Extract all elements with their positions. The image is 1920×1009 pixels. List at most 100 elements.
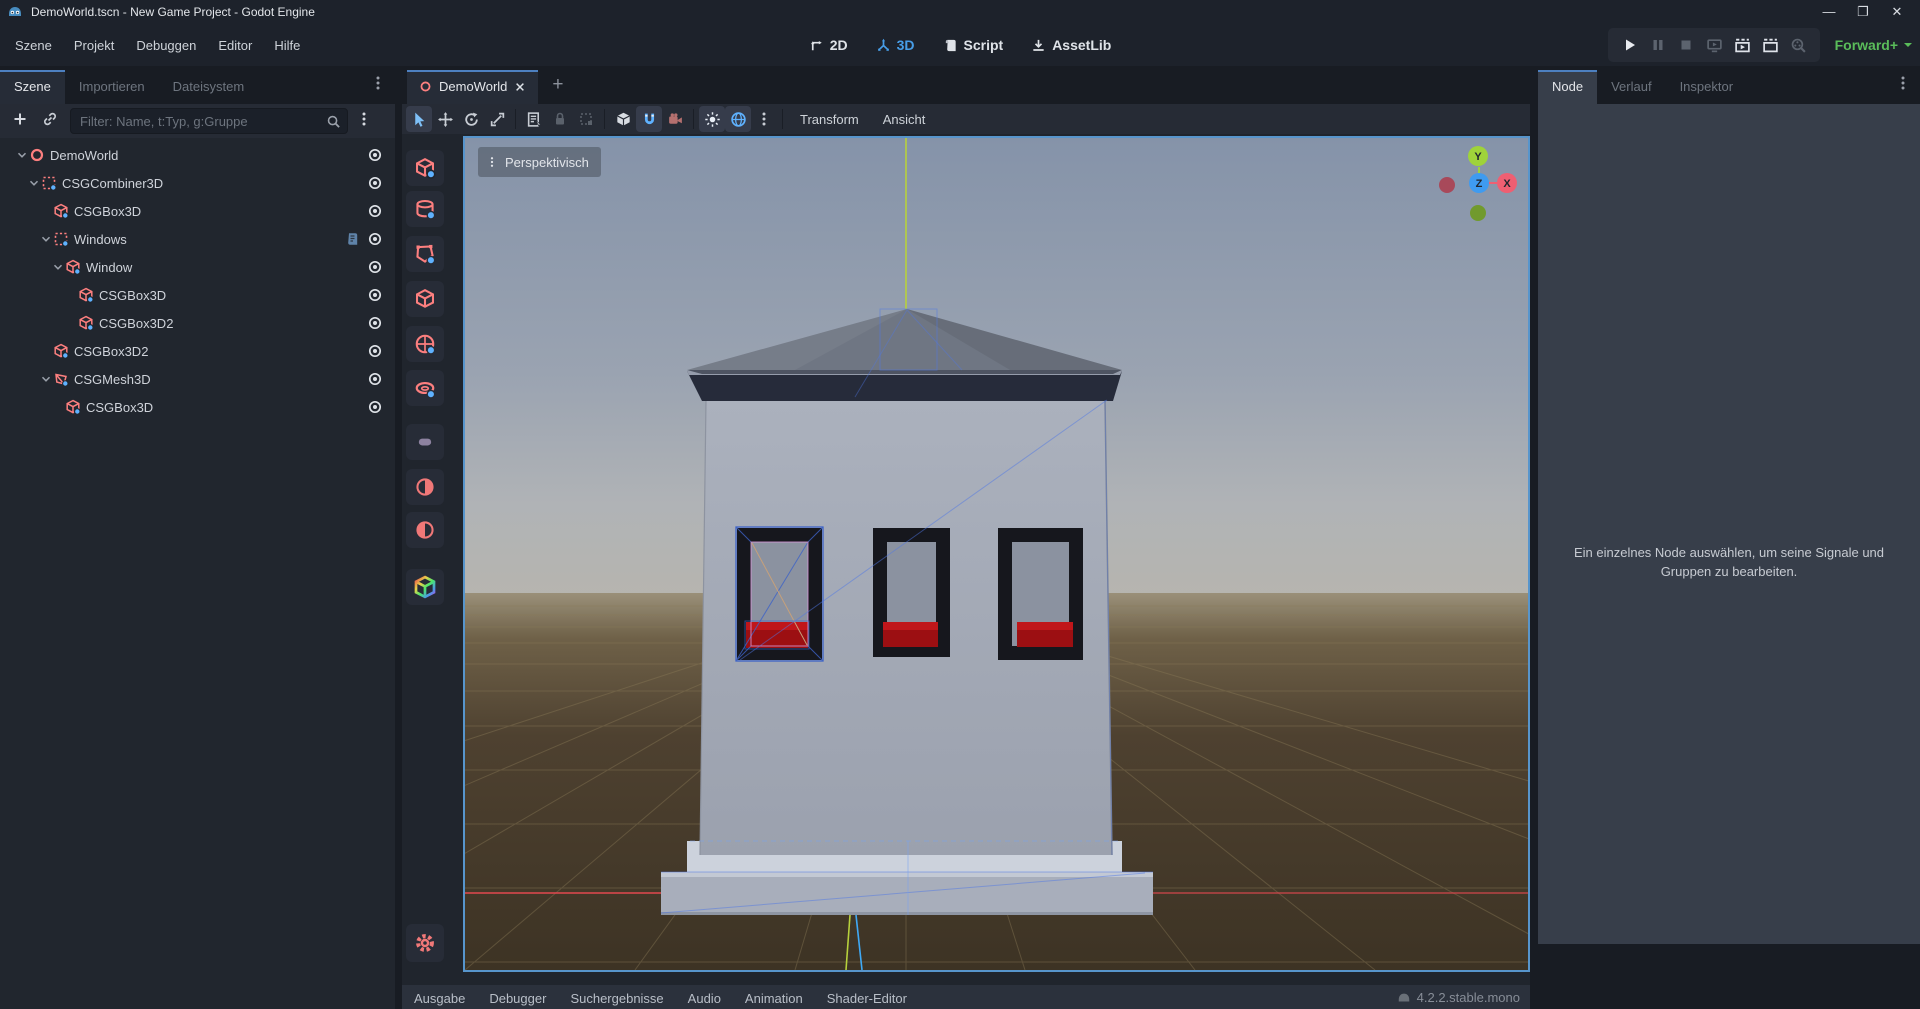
lock-button[interactable] [547, 106, 573, 132]
tree-row[interactable]: CSGMesh3D [0, 365, 395, 393]
renderer-select[interactable]: Forward+ [1835, 28, 1912, 62]
scale-tool-button[interactable] [484, 106, 510, 132]
csg-polygon-button[interactable] [406, 236, 444, 272]
tree-row[interactable]: CSGBox3D [0, 393, 395, 421]
tree-row[interactable]: CSGBox3D2 [0, 309, 395, 337]
chevron-down-icon[interactable] [27, 176, 41, 190]
csg-intersection-button[interactable] [406, 469, 444, 505]
instance-scene-button[interactable] [38, 111, 70, 132]
camera-preview-button[interactable] [662, 106, 688, 132]
view-menu[interactable]: Ansicht [871, 108, 938, 131]
visibility-eye-icon[interactable] [367, 399, 383, 415]
snap-button[interactable] [636, 106, 662, 132]
visibility-eye-icon[interactable] [367, 371, 383, 387]
play-button[interactable] [1618, 33, 1642, 57]
new-scene-tab-button[interactable]: + [538, 70, 577, 104]
visibility-eye-icon[interactable] [367, 287, 383, 303]
menu-debuggen[interactable]: Debuggen [125, 33, 207, 58]
menu-szene[interactable]: Szene [4, 33, 63, 58]
tab-inspektor[interactable]: Inspektor [1666, 70, 1747, 104]
chevron-down-icon[interactable] [39, 372, 53, 386]
chevron-down-icon[interactable] [51, 260, 65, 274]
bottom-tab-debugger[interactable]: Debugger [477, 985, 558, 1006]
visibility-eye-icon[interactable] [367, 343, 383, 359]
view-options-button[interactable] [751, 106, 777, 132]
svg-text:Y: Y [1474, 151, 1482, 163]
bottom-tab-suchergebnisse[interactable]: Suchergebnisse [558, 985, 675, 1006]
chevron-down-icon[interactable] [39, 232, 53, 246]
viewport-settings-button[interactable] [406, 924, 444, 962]
tab-verlauf[interactable]: Verlauf [1597, 70, 1665, 104]
filter-input[interactable] [70, 108, 348, 134]
bottom-tab-audio[interactable]: Audio [676, 985, 733, 1006]
tab-szene[interactable]: Szene [0, 70, 65, 104]
tree-row[interactable]: CSGBox3D [0, 281, 395, 309]
dock-options-button[interactable] [1895, 75, 1920, 104]
restore-button[interactable]: ❐ [1846, 4, 1880, 20]
scene-tab-demoworld[interactable]: DemoWorld [407, 70, 538, 104]
chevron-down-icon[interactable] [15, 148, 29, 162]
move-tool-button[interactable] [432, 106, 458, 132]
stop-button[interactable] [1674, 33, 1698, 57]
visibility-eye-icon[interactable] [367, 231, 383, 247]
remote-play-button[interactable] [1702, 33, 1726, 57]
workspace-2d[interactable]: 2D [809, 37, 848, 53]
bottom-tab-animation[interactable]: Animation [733, 985, 815, 1006]
csg-mesh-button[interactable] [406, 281, 444, 317]
play-scene-button[interactable] [1730, 33, 1754, 57]
local-space-button[interactable] [610, 106, 636, 132]
menu-hilfe[interactable]: Hilfe [263, 33, 311, 58]
menu-editor[interactable]: Editor [207, 33, 263, 58]
tree-row[interactable]: CSGCombiner3D [0, 169, 395, 197]
menu-projekt[interactable]: Projekt [63, 33, 125, 58]
tree-row[interactable]: Windows [0, 225, 395, 253]
workspace-3d[interactable]: 3D [876, 37, 915, 53]
visibility-eye-icon[interactable] [367, 259, 383, 275]
gizmo-neg-y[interactable] [1470, 205, 1486, 221]
bottom-tab-ausgabe[interactable]: Ausgabe [402, 985, 477, 1006]
close-icon[interactable] [514, 81, 526, 93]
movie-mode-button[interactable] [1786, 33, 1810, 57]
close-button[interactable]: ✕ [1880, 4, 1914, 20]
visibility-eye-icon[interactable] [367, 175, 383, 191]
visibility-eye-icon[interactable] [367, 203, 383, 219]
select-tool-button[interactable] [406, 106, 432, 132]
csg-torus-button[interactable] [406, 370, 444, 406]
capsule-button[interactable] [406, 424, 444, 460]
csg-sphere-button[interactable] [406, 326, 444, 362]
dock-options-button[interactable] [370, 75, 395, 104]
preview-sun-button[interactable] [699, 106, 725, 132]
list-select-button[interactable] [521, 106, 547, 132]
group-button[interactable] [573, 106, 599, 132]
tab-importieren[interactable]: Importieren [65, 70, 159, 104]
tree-row[interactable]: CSGBox3D2 [0, 337, 395, 365]
rotate-tool-button[interactable] [458, 106, 484, 132]
attached-script-icon[interactable] [344, 231, 360, 247]
add-node-button[interactable] [0, 111, 38, 132]
gridmap-button[interactable] [406, 569, 444, 605]
gizmo-neg-x[interactable] [1439, 177, 1455, 193]
visibility-eye-icon[interactable] [367, 315, 383, 331]
axis-gizmo[interactable]: Y Z X [1437, 141, 1521, 230]
workspace-script[interactable]: Script [943, 37, 1004, 53]
pause-button[interactable] [1646, 33, 1670, 57]
tab-node[interactable]: Node [1538, 70, 1597, 104]
tree-row[interactable]: Window [0, 253, 395, 281]
3d-viewport[interactable] [463, 136, 1530, 972]
csg-cylinder-button[interactable] [406, 191, 444, 227]
view-name-button[interactable]: Perspektivisch [478, 147, 601, 177]
transform-menu[interactable]: Transform [788, 108, 871, 131]
visibility-eye-icon[interactable] [367, 147, 383, 163]
tree-row[interactable]: CSGBox3D [0, 197, 395, 225]
tab-dateisystem[interactable]: Dateisystem [159, 70, 259, 104]
node-dock-empty-message: Ein einzelnes Node auswählen, um seine S… [1560, 544, 1898, 582]
tree-row[interactable]: DemoWorld [0, 141, 395, 169]
play-custom-scene-button[interactable] [1758, 33, 1782, 57]
csg-box-button[interactable] [406, 150, 444, 186]
bottom-tab-shader-editor[interactable]: Shader-Editor [815, 985, 919, 1006]
tree-options-button[interactable] [356, 111, 372, 132]
preview-environment-button[interactable] [725, 106, 751, 132]
workspace-assetlib[interactable]: AssetLib [1031, 37, 1111, 53]
csg-subtraction-button[interactable] [406, 512, 444, 548]
minimize-button[interactable]: — [1812, 4, 1846, 20]
